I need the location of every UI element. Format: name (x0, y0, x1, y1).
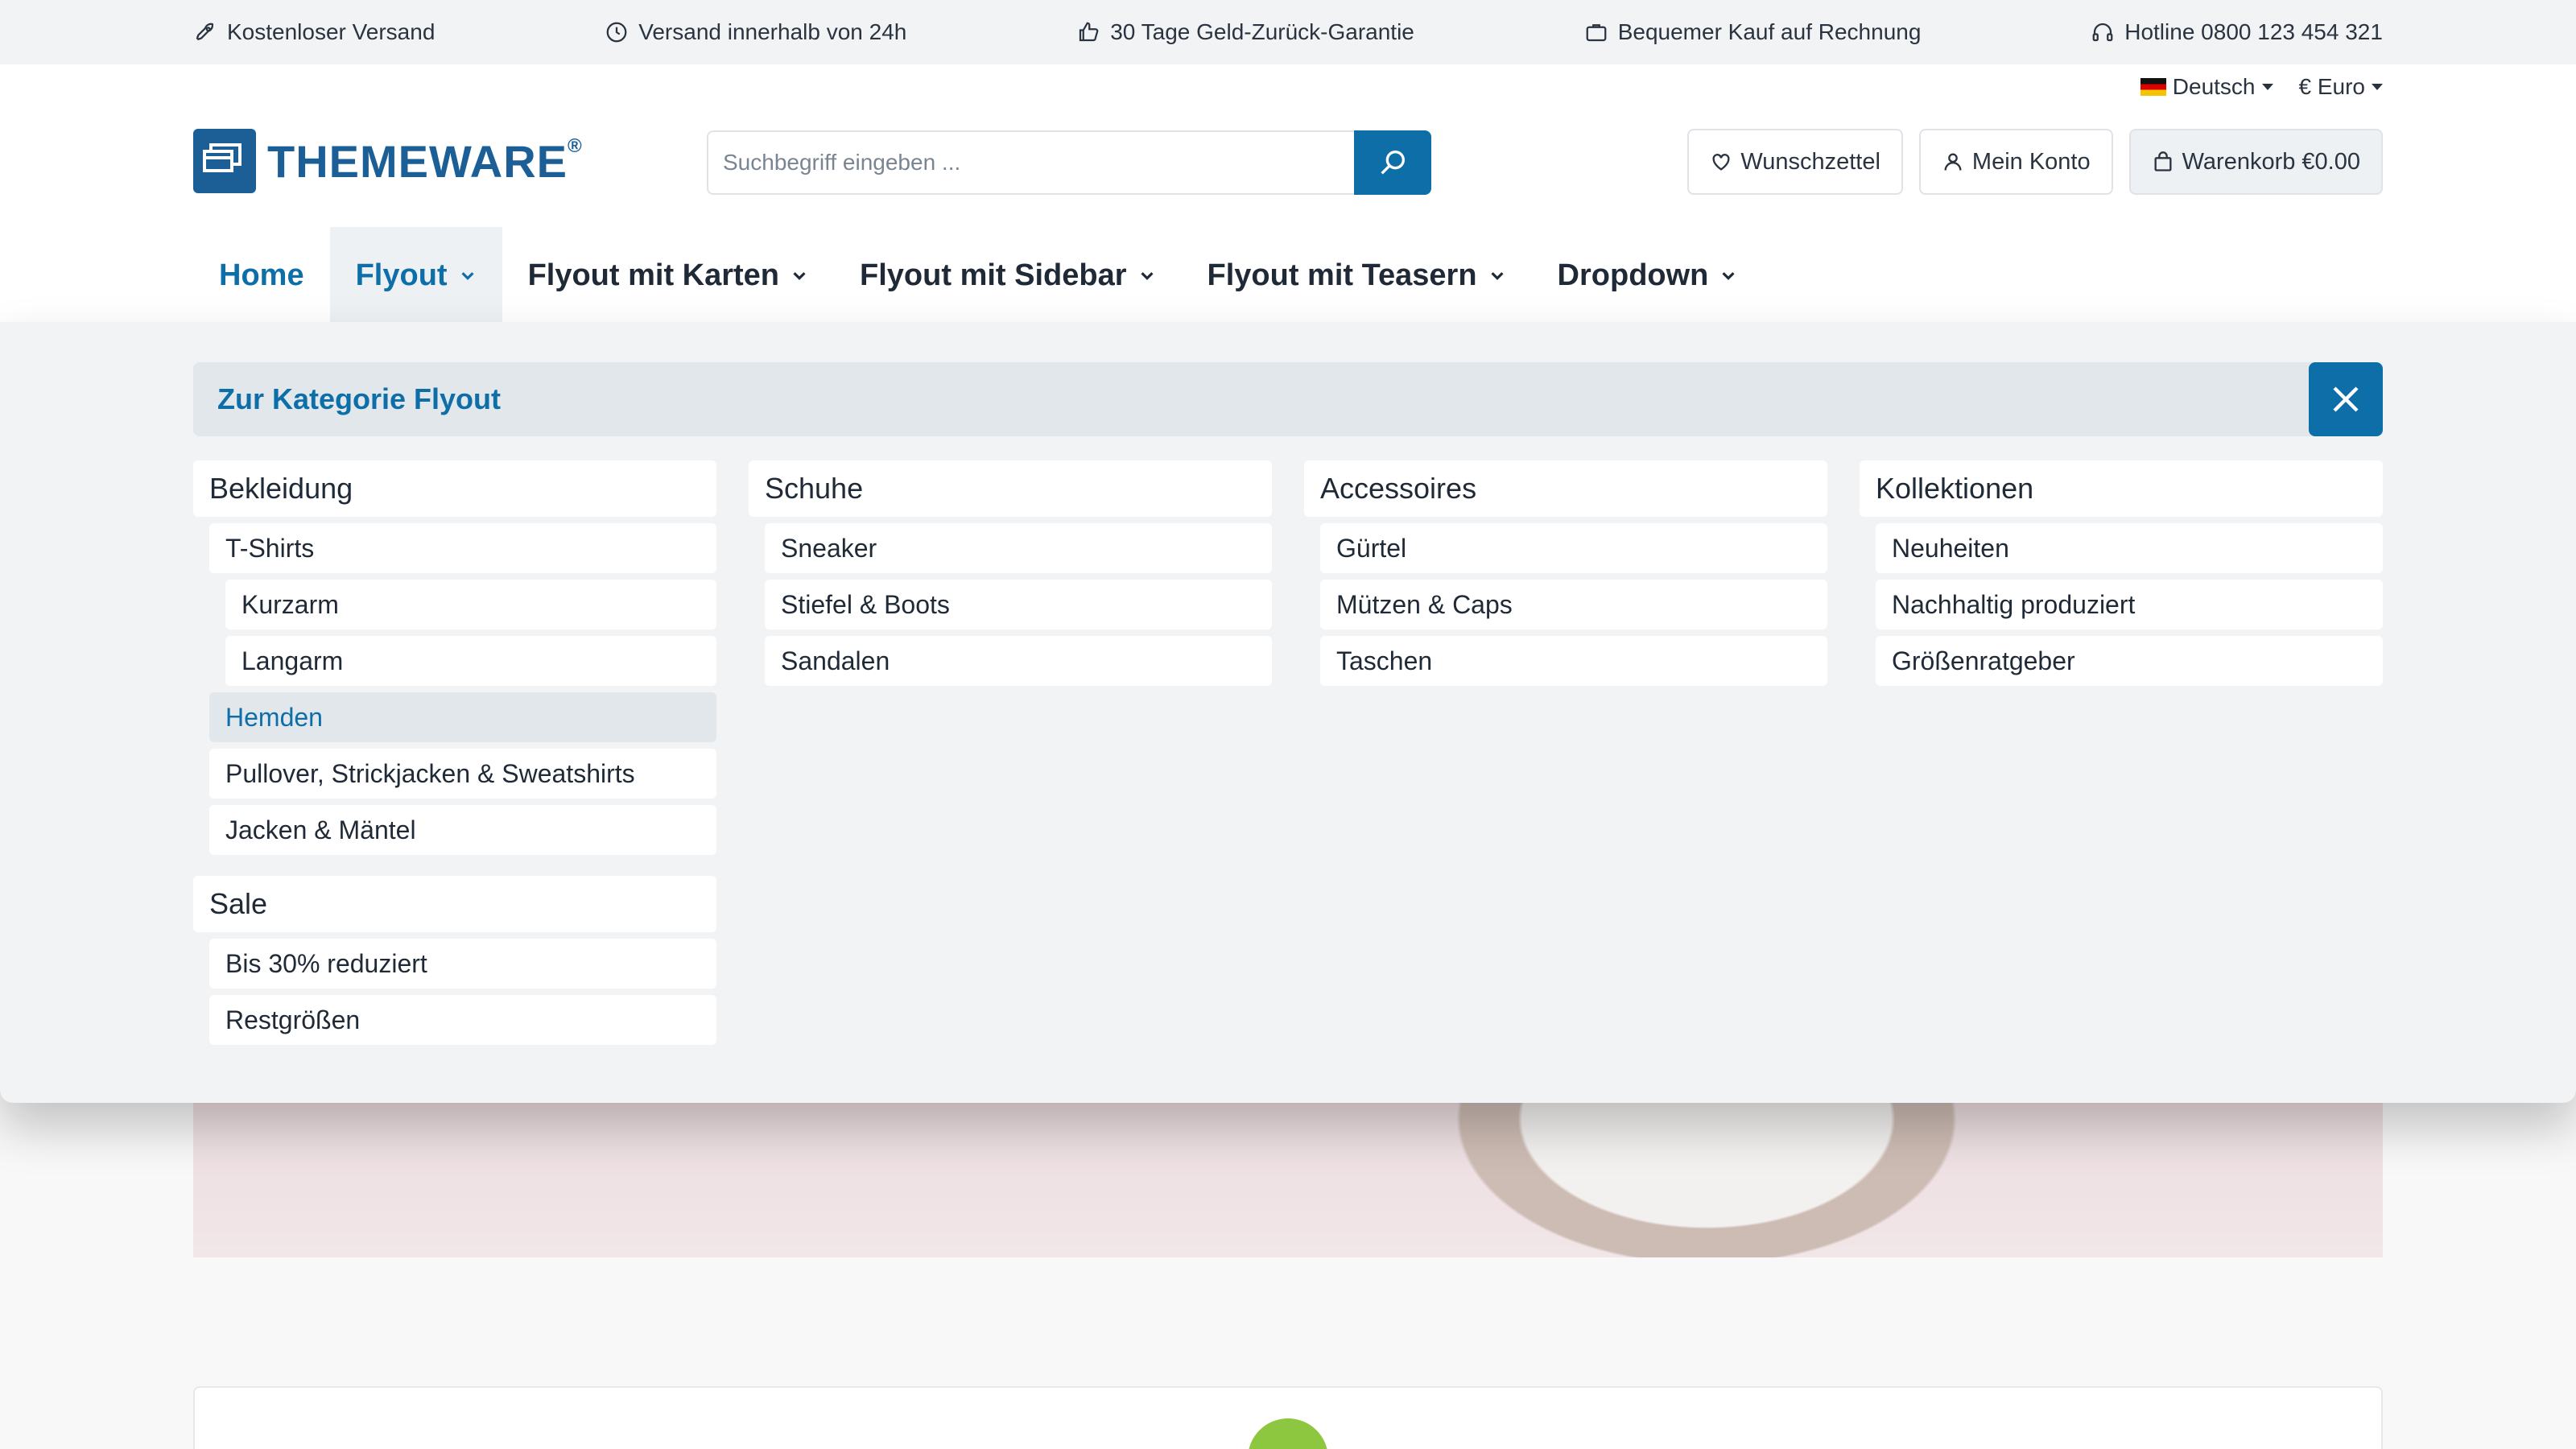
nav-item-flyout-mit-karten[interactable]: Flyout mit Karten (502, 227, 834, 324)
search-button[interactable] (1354, 130, 1431, 195)
chevron-down-icon (1722, 272, 1735, 280)
category-neuheiten[interactable]: Neuheiten (1876, 523, 2383, 573)
chevron-down-icon (1490, 272, 1504, 280)
category-bis-30-reduziert[interactable]: Bis 30% reduziert (209, 939, 716, 989)
category-muetzen-caps[interactable]: Mützen & Caps (1320, 580, 1827, 630)
flyout-column-kollektionen: Kollektionen Neuheiten Nachhaltig produz… (1860, 460, 2383, 692)
usp-label: Kostenloser Versand (227, 19, 436, 44)
flyout-column-schuhe: Schuhe Sneaker Stiefel & Boots Sandalen (749, 460, 1272, 692)
cart-button[interactable]: Warenkorb €0.00 (2128, 129, 2383, 195)
category-schuhe[interactable]: Schuhe (749, 460, 1272, 517)
search-bar (707, 130, 1431, 195)
briefcase-icon (1586, 24, 1607, 42)
account-label: Mein Konto (1971, 148, 2091, 175)
currency-label: € Euro (2298, 74, 2366, 99)
chevron-down-icon (793, 272, 806, 280)
hero-banner[interactable] (193, 1079, 2383, 1257)
language-select[interactable]: Deutsch (2140, 74, 2273, 100)
category-nachhaltig[interactable]: Nachhaltig produziert (1876, 580, 2383, 630)
caret-down-icon (2372, 84, 2383, 90)
logo-text: THEMEWARE® (267, 134, 583, 187)
thumbs-up-icon (1080, 22, 1099, 42)
flyout-close-button[interactable] (2309, 362, 2383, 436)
category-bekleidung[interactable]: Bekleidung (193, 460, 716, 517)
flyout-menu: Zur Kategorie Flyout Bekleidung T-Shirts… (0, 322, 2576, 1103)
category-accessoires[interactable]: Accessoires (1304, 460, 1827, 517)
category-sneaker[interactable]: Sneaker (765, 523, 1272, 573)
logo-mark-icon (193, 129, 256, 193)
cart-label: Warenkorb €0.00 (2182, 148, 2360, 175)
usp-label: 30 Tage Geld-Zurück-Garantie (1110, 19, 1414, 44)
headset-icon (2092, 23, 2113, 42)
german-flag-icon (2140, 78, 2166, 96)
search-input[interactable] (707, 130, 1354, 195)
category-sale[interactable]: Sale (193, 876, 716, 932)
search-icon (1381, 151, 1405, 175)
nav-item-flyout[interactable]: Flyout (329, 227, 502, 324)
flyout-column-bekleidung: Bekleidung T-Shirts Kurzarm Langarm Hemd… (193, 460, 716, 1051)
chevron-down-icon (461, 272, 474, 280)
category-guertel[interactable]: Gürtel (1320, 523, 1827, 573)
category-pullover[interactable]: Pullover, Strickjacken & Sweatshirts (209, 749, 716, 799)
hotline-label: Hotline 0800 123 454 321 (2124, 19, 2383, 44)
category-t-shirts[interactable]: T-Shirts (209, 523, 716, 573)
rocket-icon (196, 23, 214, 41)
usp-item: Kostenloser Versand (193, 19, 435, 45)
header-actions: Wunschzettel Mein Konto Warenkorb €0.00 (1687, 129, 2383, 195)
account-button[interactable]: Mein Konto (1918, 129, 2113, 195)
category-restgroessen[interactable]: Restgrößen (209, 995, 716, 1045)
usp-item: 30 Tage Geld-Zurück-Garantie (1076, 19, 1414, 45)
category-stiefel-boots[interactable]: Stiefel & Boots (765, 580, 1272, 630)
user-icon (1944, 153, 1962, 171)
category-groessenratgeber[interactable]: Größenratgeber (1876, 636, 2383, 686)
wishlist-button[interactable]: Wunschzettel (1687, 129, 1903, 195)
category-taschen[interactable]: Taschen (1320, 636, 1827, 686)
clock-icon (606, 22, 627, 43)
logo[interactable]: THEMEWARE® (193, 129, 583, 193)
close-icon (2333, 386, 2359, 412)
heart-icon (1712, 154, 1730, 171)
locale-selectors: Deutsch € Euro (2140, 74, 2383, 100)
usp-label: Versand innerhalb von 24h (638, 19, 907, 44)
chevron-down-icon (1140, 272, 1154, 280)
wishlist-label: Wunschzettel (1740, 148, 1880, 175)
usp-item: Versand innerhalb von 24h (605, 19, 906, 45)
nav-item-dropdown[interactable]: Dropdown (1532, 227, 1764, 324)
flyout-category-link[interactable]: Zur Kategorie Flyout (193, 362, 2383, 436)
usp-item[interactable]: Hotline 0800 123 454 321 (2091, 19, 2383, 45)
usp-item: Bequemer Kauf auf Rechnung (1584, 19, 1922, 45)
category-hemden[interactable]: Hemden (209, 692, 716, 742)
nav-item-home[interactable]: Home (193, 227, 330, 324)
category-sandalen[interactable]: Sandalen (765, 636, 1272, 686)
caret-down-icon (2261, 84, 2273, 90)
flyout-column-accessoires: Accessoires Gürtel Mützen & Caps Taschen (1304, 460, 1827, 692)
category-kurzarm[interactable]: Kurzarm (225, 580, 716, 630)
category-langarm[interactable]: Langarm (225, 636, 716, 686)
category-jacken[interactable]: Jacken & Mäntel (209, 805, 716, 855)
category-kollektionen[interactable]: Kollektionen (1860, 460, 2383, 517)
language-label: Deutsch (2172, 74, 2256, 99)
main-navigation: Home Flyout Flyout mit Karten Flyout mit… (193, 227, 1763, 324)
nav-item-flyout-mit-teasern[interactable]: Flyout mit Teasern (1182, 227, 1532, 324)
usp-label: Bequemer Kauf auf Rechnung (1617, 19, 1922, 44)
nav-item-flyout-mit-sidebar[interactable]: Flyout mit Sidebar (834, 227, 1181, 324)
shopping-bag-icon (2154, 151, 2172, 171)
currency-select[interactable]: € Euro (2298, 74, 2383, 100)
hero-image (1417, 1079, 1996, 1257)
usp-bar: Kostenloser Versand Versand innerhalb vo… (0, 0, 2576, 64)
